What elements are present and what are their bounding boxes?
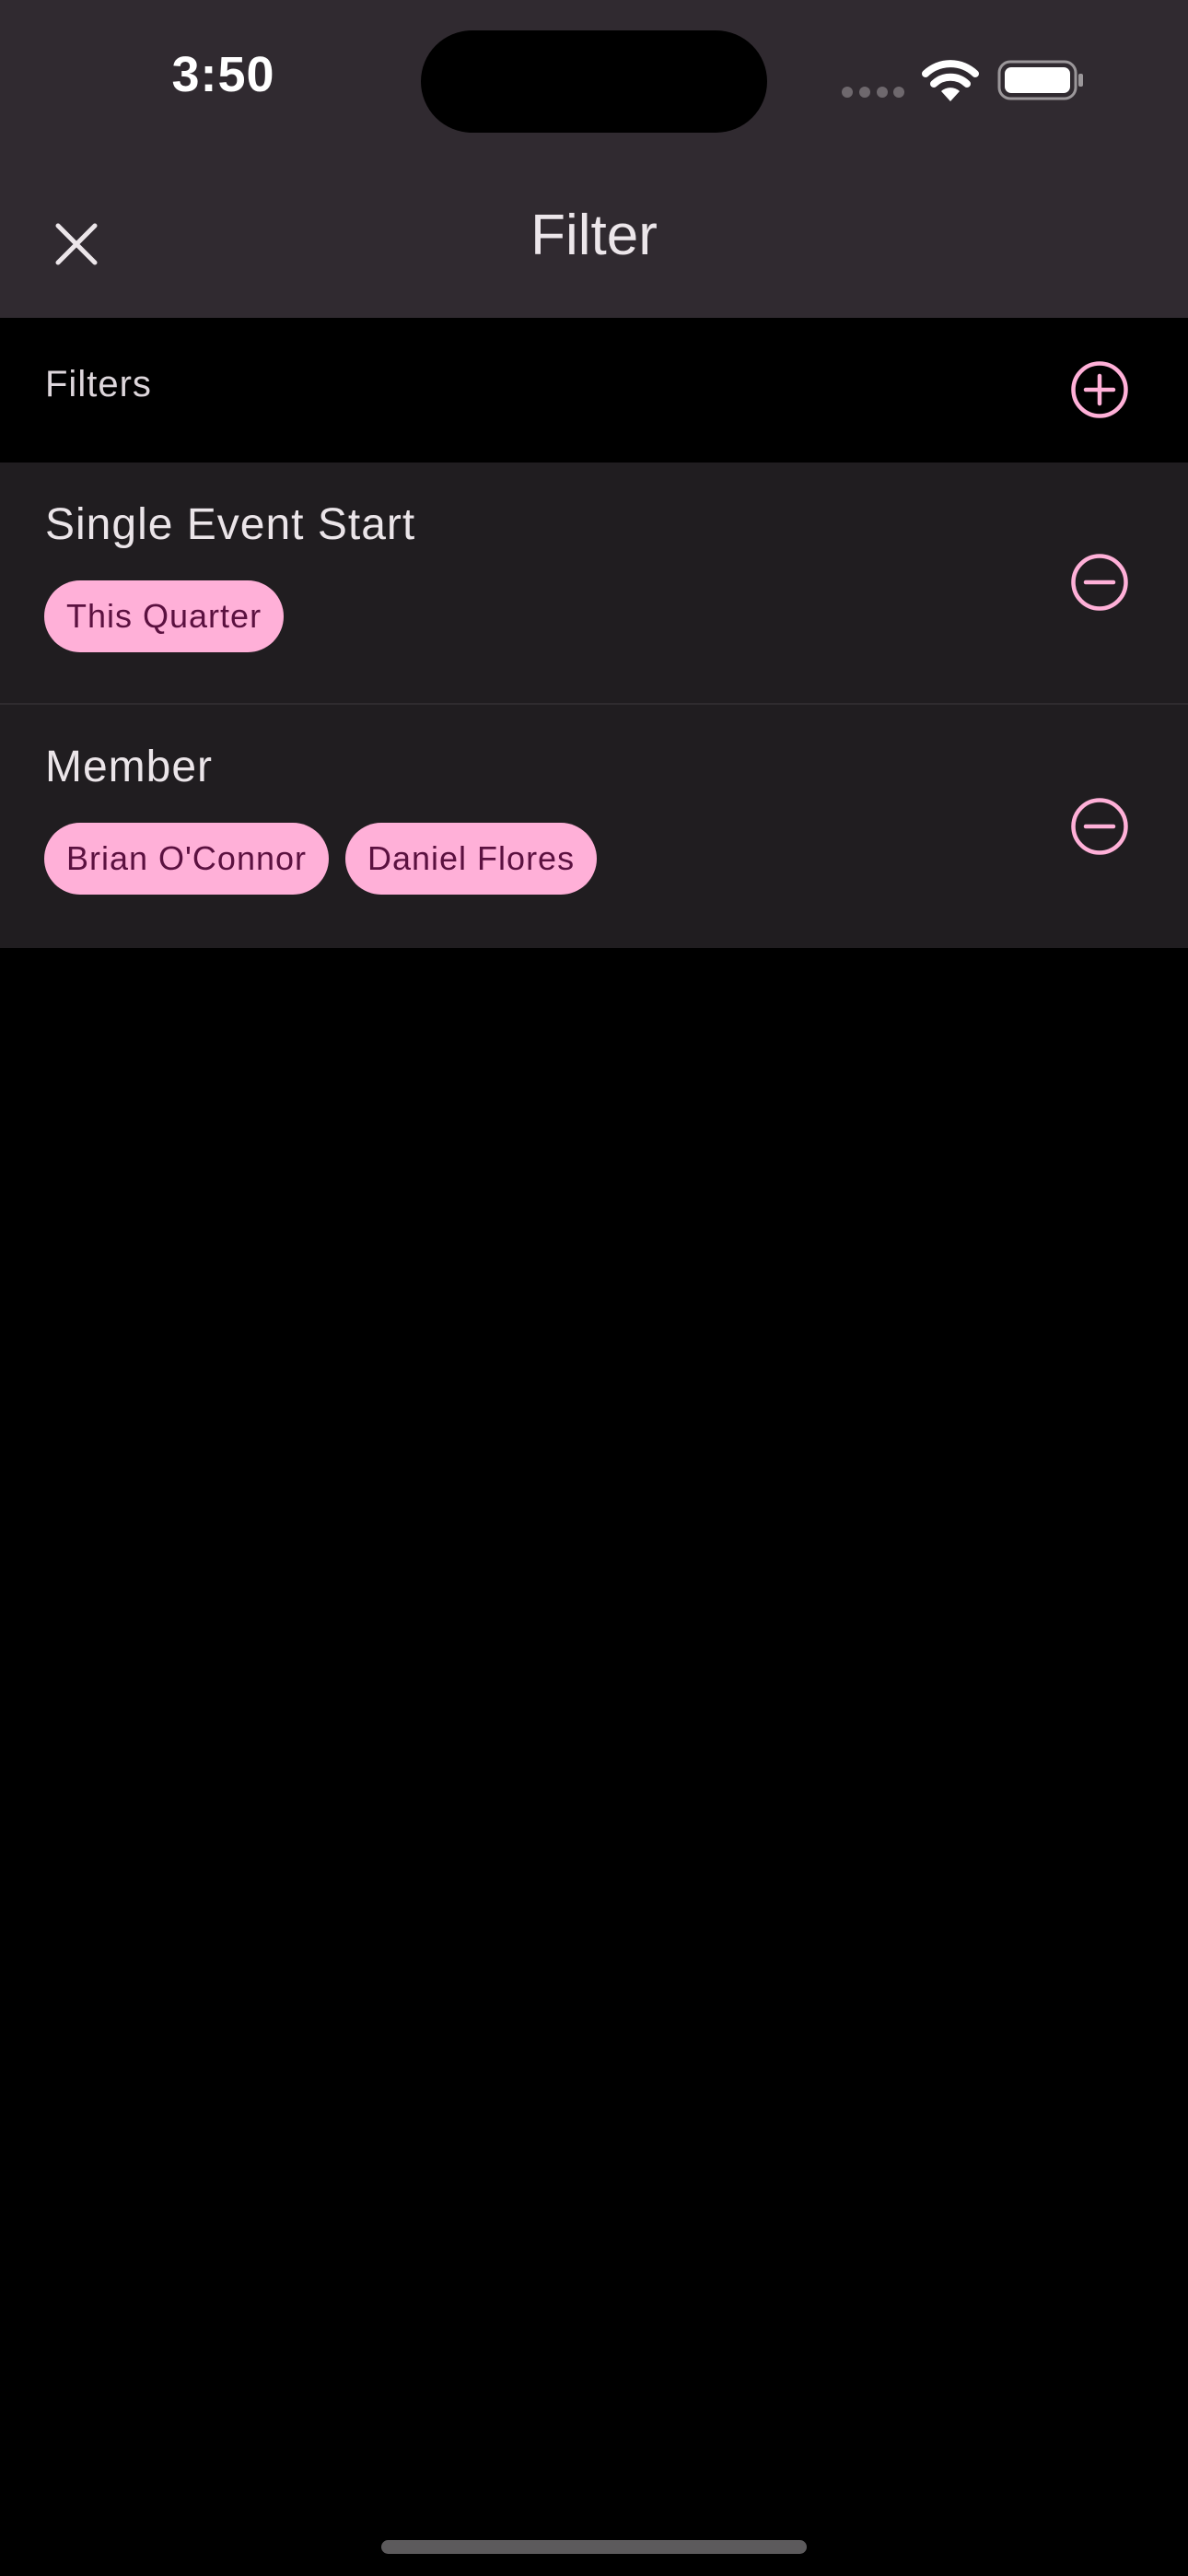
- remove-circle-icon: [1071, 554, 1128, 611]
- filter-item-member[interactable]: Member Brian O'Connor Daniel Flores: [0, 705, 1188, 948]
- filter-item-label: Single Event Start: [45, 500, 416, 549]
- remove-circle-icon: [1071, 798, 1128, 855]
- filter-chips: This Quarter: [44, 580, 285, 652]
- filters-section-header: Filters: [0, 318, 1188, 461]
- page-title: Filter: [530, 204, 658, 267]
- close-button[interactable]: [28, 195, 125, 293]
- battery-icon: [997, 60, 1083, 100]
- add-circle-icon: [1071, 361, 1128, 418]
- filter-chip[interactable]: Brian O'Connor: [44, 823, 329, 895]
- home-indicator[interactable]: [381, 2540, 807, 2554]
- dynamic-island: [421, 30, 767, 133]
- remove-filter-button[interactable]: [1054, 536, 1146, 628]
- wifi-icon: [922, 60, 979, 101]
- filter-item-label: Member: [45, 743, 214, 791]
- add-filter-button[interactable]: [1054, 344, 1146, 436]
- cellular-signal-icon: [842, 87, 904, 98]
- filter-chip[interactable]: This Quarter: [44, 580, 285, 652]
- filter-item-single-event-start[interactable]: Single Event Start This Quarter: [0, 463, 1188, 704]
- filters-label: Filters: [45, 364, 152, 404]
- close-icon: [55, 223, 98, 265]
- status-time: 3:50: [171, 47, 275, 102]
- remove-filter-button[interactable]: [1054, 780, 1146, 872]
- filter-chips: Brian O'Connor Daniel Flores: [44, 823, 598, 895]
- app-bar: 3:50 Filter: [0, 0, 1188, 318]
- filter-chip[interactable]: Daniel Flores: [345, 823, 598, 895]
